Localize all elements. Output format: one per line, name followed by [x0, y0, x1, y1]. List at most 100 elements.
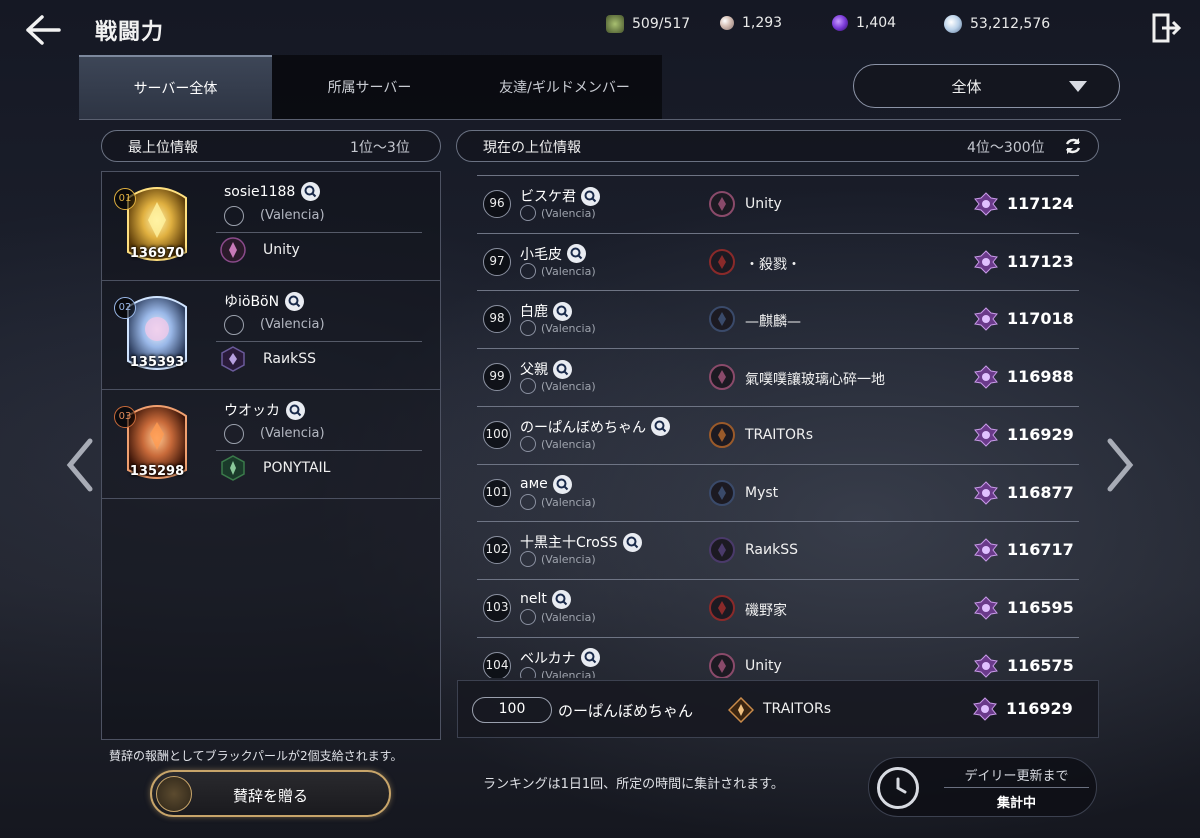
player-name: 父親 [520, 359, 572, 379]
rank-number: 96 [483, 190, 511, 218]
player-name-text: 白鹿 [520, 304, 548, 321]
top-bar: 戦闘力 509/517 1,293 1,404 53,212,576 [0, 0, 1200, 56]
search-icon[interactable] [552, 474, 572, 494]
player-name: sosie1188 [224, 182, 321, 201]
search-icon[interactable] [567, 244, 586, 264]
player-name-text: nelt [520, 591, 547, 608]
server-icon [520, 493, 536, 510]
ranking-row[interactable]: 100 のーぱんぼめちゃん (Valencia) TRAITORs 116929 [477, 405, 1079, 464]
exit-button[interactable] [1152, 12, 1182, 44]
ranking-row[interactable]: 97 小毛皮 (Valencia) ・殺戮・ 117123 [477, 232, 1079, 291]
refresh-icon[interactable] [1063, 136, 1083, 156]
back-button[interactable] [22, 12, 62, 48]
ranking-row[interactable]: 98 白鹿 (Valencia) —麒麟— 117018 [477, 290, 1079, 348]
player-name: のーぱんぼめちゃん [520, 417, 670, 437]
currency-pearl: 1,293 [720, 15, 782, 31]
tab-server-all[interactable]: サーバー全体 [79, 55, 272, 119]
guild-emblem-icon [709, 191, 735, 217]
search-icon[interactable] [553, 301, 572, 321]
rank-number: 102 [483, 536, 511, 565]
search-icon[interactable] [285, 291, 305, 311]
tab-own-server[interactable]: 所属サーバー [272, 55, 467, 119]
top3-panel: 01 136970 sosie1188 (Valencia) Unity 02 … [101, 171, 441, 740]
guild-name: Myst [745, 484, 779, 501]
ranking-row[interactable]: 96 ビスケ君 (Valencia) Unity 117124 [477, 175, 1079, 233]
server-icon [520, 320, 536, 337]
server-name: (Valencia) [541, 553, 596, 567]
clock-icon [877, 767, 919, 809]
combat-power-icon [974, 538, 998, 562]
search-icon[interactable] [553, 359, 572, 379]
ranking-row[interactable]: 99 父親 (Valencia) 氣噗噗讓玻璃心碎一地 116988 [477, 348, 1079, 406]
top3-row[interactable]: 01 136970 sosie1188 (Valencia) Unity [102, 172, 440, 281]
currency-crystal: 1,404 [832, 15, 896, 31]
server-name: (Valencia) [541, 380, 596, 394]
guild-emblem-icon [727, 696, 755, 724]
page-title: 戦闘力 [95, 20, 165, 45]
search-icon[interactable] [580, 648, 600, 668]
combat-power-icon [973, 697, 997, 721]
currency-value: 53,212,576 [970, 16, 1051, 32]
next-page-button[interactable] [1102, 435, 1138, 495]
search-icon[interactable] [286, 400, 305, 420]
top3-row[interactable]: 02 135393 ゆiöBöN (Valencia) RaиkSS [102, 281, 440, 390]
combat-power-icon [974, 365, 998, 389]
divider [216, 450, 422, 451]
ranking-row[interactable]: 102 十黒主十CroSS (Valencia) RaиkSS 116717 [477, 521, 1079, 579]
search-icon[interactable] [581, 186, 600, 206]
server-name: (Valencia) [541, 610, 596, 624]
crystal-icon [832, 15, 848, 31]
current-section-header: 現在の上位情報 4位～300位 [456, 130, 1099, 162]
server-name: (Valencia) [260, 317, 325, 332]
my-combat-power: 116929 [1006, 699, 1073, 718]
guild-emblem-icon [220, 455, 246, 481]
guild-emblem-icon [709, 652, 735, 678]
player-name-text: ビスケ君 [520, 189, 576, 205]
guild-name: TRAITORs [745, 426, 814, 443]
rank-number: 99 [483, 363, 511, 392]
combat-power: 116877 [1007, 482, 1074, 502]
player-name: ビスケ君 [520, 186, 600, 206]
caret-down-icon [1069, 81, 1087, 92]
prev-page-button[interactable] [62, 435, 98, 495]
currency-energy: 509/517 [606, 15, 690, 33]
top-section-title: 最上位情報 [128, 140, 198, 156]
server-name: (Valencia) [541, 322, 596, 336]
daily-update-value: 集計中 [996, 796, 1036, 811]
search-icon[interactable] [651, 417, 670, 437]
server-icon [520, 378, 536, 395]
server-name: (Valencia) [260, 208, 325, 223]
my-rank-badge: 100 [472, 697, 552, 723]
ranking-list[interactable]: 96 ビスケ君 (Valencia) Unity 117124 97 小毛皮 (Valenci… [457, 175, 1099, 678]
rank-number: 101 [483, 478, 511, 507]
combat-power-icon [974, 653, 998, 678]
tab-friends-guild[interactable]: 友達/ギルドメンバー [467, 55, 662, 119]
chevron-left-icon [66, 438, 93, 492]
guild-emblem-icon [709, 421, 735, 448]
filter-dropdown[interactable]: 全体 [853, 64, 1120, 108]
guild-name: Unity [263, 242, 300, 258]
combat-power: 116988 [1007, 367, 1074, 387]
search-icon[interactable] [551, 589, 571, 609]
ranking-row[interactable]: 104 ベルカナ (Valencia) Unity 116575 [477, 636, 1079, 678]
filter-selected: 全体 [951, 77, 982, 96]
ranking-row[interactable]: 101 aмe (Valencia) Myst 116877 [477, 463, 1079, 522]
guild-emblem-icon [709, 248, 735, 275]
server-icon [224, 206, 244, 226]
top3-row[interactable]: 03 135298 ウオッカ (Valencia) PONYTAIL [102, 390, 440, 499]
search-icon[interactable] [301, 182, 321, 201]
search-icon[interactable] [622, 532, 642, 552]
ranking-row[interactable]: 103 nelt (Valencia) 磯野家 116595 [477, 578, 1079, 637]
rank-badge: 01 [114, 188, 136, 210]
guild-name: —麒麟— [745, 314, 801, 331]
combat-power-icon [974, 307, 998, 332]
server-name: (Valencia) [541, 264, 596, 278]
server-name: (Valencia) [541, 207, 596, 220]
medal-score: 135298 [129, 464, 185, 479]
combat-power: 117018 [1007, 309, 1074, 329]
combat-power: 116595 [1007, 597, 1074, 617]
server-icon [520, 262, 536, 279]
guild-name: 磯野家 [745, 602, 787, 619]
current-section-range: 4位～300位 [967, 140, 1045, 156]
praise-button[interactable]: 賛辞を贈る [150, 770, 391, 817]
